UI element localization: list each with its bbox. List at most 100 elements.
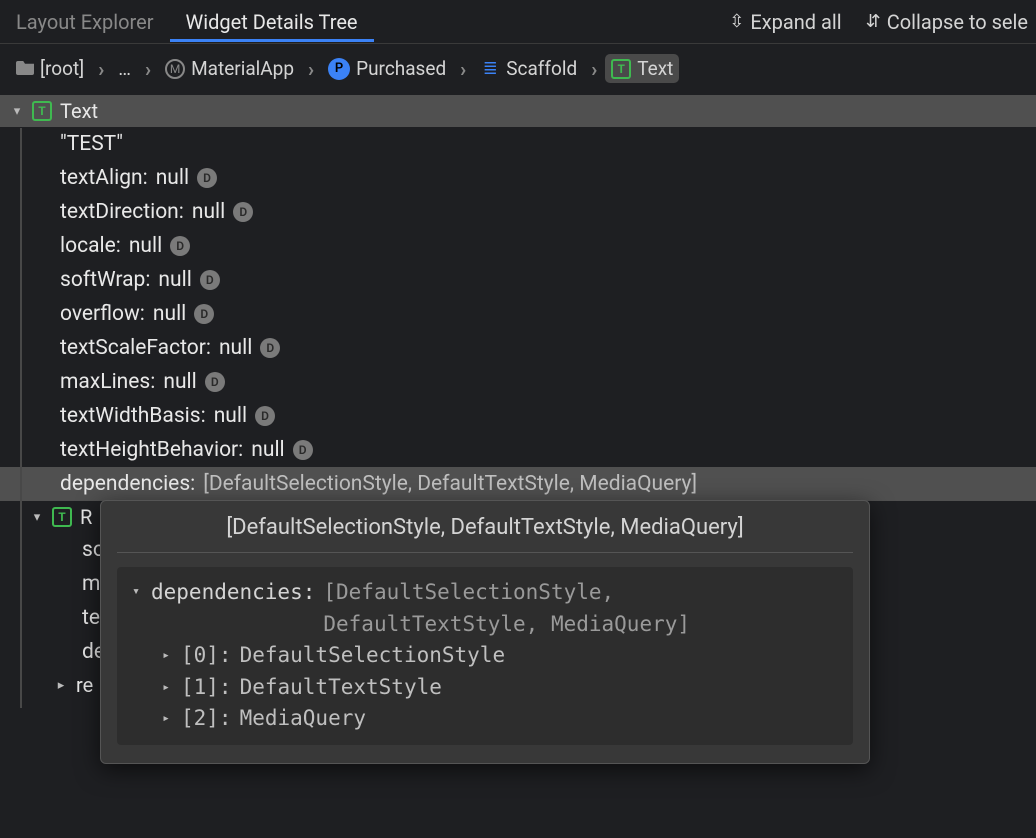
breadcrumb-text[interactable]: T Text (605, 54, 679, 83)
tab-widget-details[interactable]: Widget Details Tree (170, 2, 374, 42)
popover-key: dependencies: (151, 577, 315, 609)
prop-value: null (251, 438, 284, 462)
popover-item-index: [1]: (181, 672, 232, 704)
prop-value: null (214, 404, 247, 428)
popover-item-index: [0]: (181, 640, 232, 672)
popover-body: ▾ dependencies: [DefaultSelectionStyle, … (117, 567, 853, 745)
tree-node-label: Text (60, 99, 98, 123)
prop-key: textWidthBasis: (60, 404, 206, 428)
prop-row[interactable]: overflow: null D (0, 297, 1036, 331)
default-badge: D (194, 304, 214, 324)
breadcrumb-materialapp-label: MaterialApp (191, 57, 294, 80)
prop-row[interactable]: textWidthBasis: null D (0, 399, 1036, 433)
popover-item-1[interactable]: ▸ [1]: DefaultTextStyle (129, 672, 841, 704)
prop-row[interactable]: textAlign: null D (0, 161, 1036, 195)
popover-title: [DefaultSelectionStyle, DefaultTextStyle… (117, 515, 853, 553)
breadcrumb-ellipsis[interactable]: … (112, 54, 137, 83)
popover-value: [DefaultSelectionStyle, DefaultTextStyle… (323, 577, 841, 640)
tree-node-label: re (76, 673, 93, 697)
default-badge: D (255, 406, 275, 426)
default-badge: D (205, 372, 225, 392)
prop-key: textAlign: (60, 166, 148, 190)
prop-key: dependencies: (60, 472, 195, 496)
tab-bar: Layout Explorer Widget Details Tree ⇳ Ex… (0, 0, 1036, 44)
default-badge: D (293, 440, 313, 460)
dependencies-popover: [DefaultSelectionStyle, DefaultTextStyle… (100, 500, 870, 764)
collapse-icon: ⇵ (866, 13, 881, 31)
prop-key: textScaleFactor: (60, 336, 211, 360)
tree-node-text[interactable]: ▾ T Text (0, 95, 1036, 127)
prop-value: null (163, 370, 196, 394)
prop-value: null (129, 234, 162, 258)
chevron-right-icon[interactable]: ▸ (159, 680, 173, 694)
prop-row[interactable]: locale: null D (0, 229, 1036, 263)
popover-item-value: DefaultSelectionStyle (240, 640, 506, 672)
material-icon: M (165, 59, 185, 79)
prop-key: overflow: (60, 302, 145, 326)
default-badge: D (233, 202, 253, 222)
prop-key: maxLines: (60, 370, 155, 394)
collapse-label: Collapse to sele (887, 10, 1028, 34)
default-badge: D (200, 270, 220, 290)
text-widget-icon: T (611, 59, 631, 79)
breadcrumb-root[interactable]: [root] (10, 54, 90, 83)
popover-dependencies-row[interactable]: ▾ dependencies: [DefaultSelectionStyle, … (129, 577, 841, 640)
folder-icon (16, 57, 34, 80)
chevron-down-icon[interactable]: ▾ (129, 585, 143, 599)
expand-icon: ⇳ (729, 13, 744, 31)
tree-guide-line (20, 128, 22, 708)
popover-item-value: DefaultTextStyle (240, 672, 442, 704)
prop-value: [DefaultSelectionStyle, DefaultTextStyle… (203, 472, 697, 496)
prop-key: textDirection: (60, 200, 184, 224)
chevron-down-icon[interactable]: ▾ (10, 104, 24, 118)
prop-key: te (82, 606, 100, 630)
breadcrumb-purchased-label: Purchased (356, 57, 446, 80)
tab-layout-explorer[interactable]: Layout Explorer (0, 2, 170, 42)
prop-value: null (219, 336, 252, 360)
breadcrumb-materialapp[interactable]: M MaterialApp (159, 54, 300, 83)
prop-row-value[interactable]: "TEST" (0, 127, 1036, 161)
chevron-right-icon[interactable]: ▸ (159, 649, 173, 663)
prop-value: "TEST" (60, 132, 123, 156)
default-badge: D (260, 338, 280, 358)
breadcrumb-purchased[interactable]: P Purchased (322, 54, 452, 83)
popover-item-2[interactable]: ▸ [2]: MediaQuery (129, 703, 841, 735)
prop-value: null (153, 302, 186, 326)
breadcrumb-root-label: [root] (40, 57, 84, 80)
text-widget-icon: T (52, 507, 72, 527)
prop-key: textHeightBehavior: (60, 438, 243, 462)
expand-all-button[interactable]: ⇳ Expand all (729, 10, 841, 34)
prop-row[interactable]: softWrap: null D (0, 263, 1036, 297)
tree-node-label: R (80, 505, 92, 529)
popover-item-index: [2]: (181, 703, 232, 735)
expand-all-label: Expand all (750, 10, 841, 34)
breadcrumb-scaffold[interactable]: ≣ Scaffold (474, 54, 583, 83)
prop-key: m (82, 572, 100, 596)
layers-icon: ≣ (480, 59, 500, 79)
prop-value: null (156, 166, 189, 190)
p-icon: P (328, 58, 350, 80)
chevron-right-icon[interactable]: ▸ (159, 712, 173, 726)
chevron-right-icon: › (460, 59, 466, 79)
prop-key: softWrap: (60, 268, 150, 292)
chevron-down-icon[interactable]: ▾ (30, 510, 44, 524)
breadcrumb: [root] › … › M MaterialApp › P Purchased… (0, 44, 1036, 93)
default-badge: D (170, 236, 190, 256)
prop-row[interactable]: textDirection: null D (0, 195, 1036, 229)
collapse-button[interactable]: ⇵ Collapse to sele (866, 10, 1028, 34)
chevron-right-icon: › (591, 59, 597, 79)
breadcrumb-scaffold-label: Scaffold (506, 57, 577, 80)
prop-row[interactable]: textScaleFactor: null D (0, 331, 1036, 365)
default-badge: D (197, 168, 217, 188)
prop-key: locale: (60, 234, 121, 258)
prop-row-dependencies[interactable]: dependencies: [DefaultSelectionStyle, De… (0, 467, 1036, 501)
chevron-right-icon[interactable]: ▸ (54, 678, 68, 692)
prop-value: null (158, 268, 191, 292)
chevron-right-icon: › (145, 59, 151, 79)
prop-row[interactable]: maxLines: null D (0, 365, 1036, 399)
prop-row[interactable]: textHeightBehavior: null D (0, 433, 1036, 467)
chevron-right-icon: › (308, 59, 314, 79)
popover-item-0[interactable]: ▸ [0]: DefaultSelectionStyle (129, 640, 841, 672)
chevron-right-icon: › (98, 59, 104, 79)
popover-item-value: MediaQuery (240, 703, 366, 735)
